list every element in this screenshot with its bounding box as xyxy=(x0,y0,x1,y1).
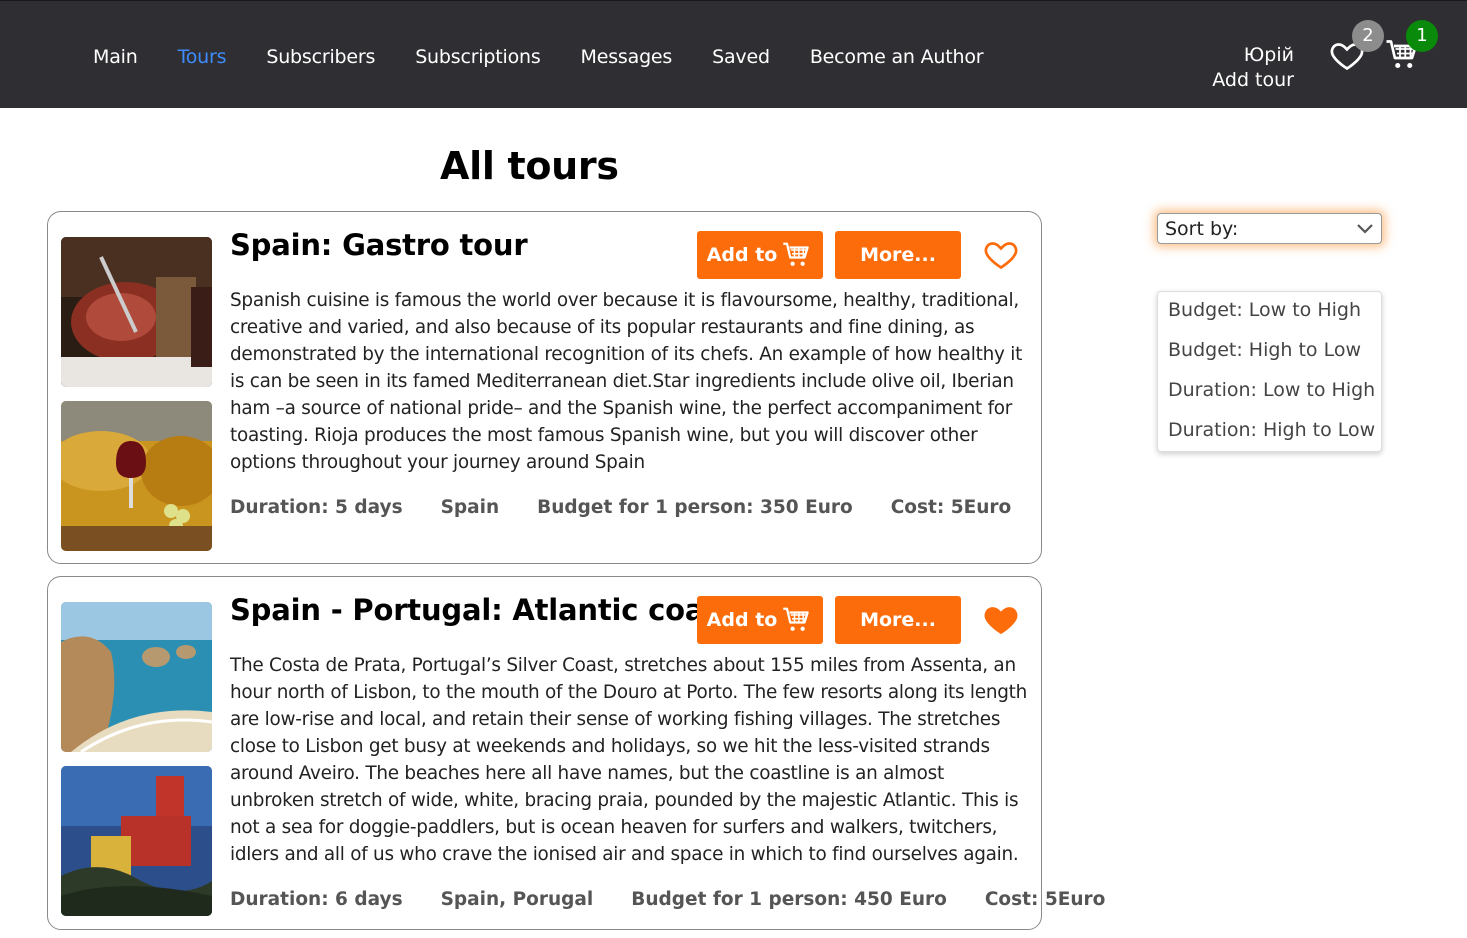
tour-meta: Duration: 5 days Spain Budget for 1 pers… xyxy=(230,497,1049,518)
sort-select[interactable]: Sort by: xyxy=(1157,213,1382,244)
sort-option-budget-asc[interactable]: Budget: Low to High xyxy=(1158,296,1381,336)
tour-duration: Duration: 6 days xyxy=(230,889,403,910)
nav-link-saved[interactable]: Saved xyxy=(712,43,770,71)
tour-country: Spain xyxy=(440,497,500,518)
tour-budget: Budget for 1 person: 450 Euro xyxy=(631,889,947,910)
favorites-count-badge: 2 xyxy=(1352,20,1384,52)
more-button[interactable]: More... xyxy=(835,231,961,279)
favorite-heart-filled-icon[interactable] xyxy=(983,601,1019,637)
top-navbar: Main Tours Subscribers Subscriptions Mes… xyxy=(0,0,1467,108)
add-to-cart-label: Add to xyxy=(706,609,778,631)
tour-title[interactable]: Spain: Gastro tour xyxy=(230,228,528,262)
page-title: All tours xyxy=(440,144,619,188)
tour-duration: Duration: 5 days xyxy=(230,497,403,518)
nav-link-become-author[interactable]: Become an Author xyxy=(810,43,984,71)
cart-icon xyxy=(783,242,810,266)
more-button[interactable]: More... xyxy=(835,596,961,644)
user-name-link[interactable]: Юрій xyxy=(1212,43,1294,68)
tour-cost: Cost: 5Euro xyxy=(984,889,1106,910)
add-tour-link[interactable]: Add tour xyxy=(1212,68,1294,93)
cart-count-badge: 1 xyxy=(1406,20,1438,52)
tour-image-wine[interactable] xyxy=(61,401,212,551)
sort-option-budget-desc[interactable]: Budget: High to Low xyxy=(1158,336,1381,376)
tour-card: Spain: Gastro tour Add to More... Spanis… xyxy=(47,211,1042,564)
add-to-cart-button[interactable]: Add to xyxy=(697,231,823,279)
sort-dropdown-menu: Budget: Low to High Budget: High to Low … xyxy=(1157,291,1382,452)
add-to-cart-button[interactable]: Add to xyxy=(697,596,823,644)
tour-country: Spain, Porugal xyxy=(440,889,594,910)
tour-image-palace[interactable] xyxy=(61,766,212,916)
sort-select-label: Sort by: xyxy=(1165,218,1239,240)
nav-link-main[interactable]: Main xyxy=(93,43,138,71)
sort-option-duration-asc[interactable]: Duration: Low to High xyxy=(1158,376,1381,416)
nav-link-messages[interactable]: Messages xyxy=(581,43,673,71)
nav-link-subscribers[interactable]: Subscribers xyxy=(266,43,375,71)
tour-cost: Cost: 5Euro xyxy=(890,497,1012,518)
nav-link-subscriptions[interactable]: Subscriptions xyxy=(415,43,541,71)
tour-description: The Costa de Prata, Portugal’s Silver Co… xyxy=(230,655,1028,865)
chevron-down-icon xyxy=(1357,224,1373,234)
nav-link-tours[interactable]: Tours xyxy=(178,43,227,71)
tour-meta: Duration: 6 days Spain, Porugal Budget f… xyxy=(230,889,1143,910)
add-to-cart-label: Add to xyxy=(706,244,778,266)
tour-image-beach[interactable] xyxy=(61,602,212,752)
tour-image-jamon[interactable] xyxy=(61,237,212,387)
cart-icon xyxy=(783,607,810,631)
user-block: Юрій Add tour xyxy=(1212,43,1294,93)
tour-budget: Budget for 1 person: 350 Euro xyxy=(537,497,853,518)
tour-card: Spain - Portugal: Atlantic coast Add to … xyxy=(47,576,1105,930)
tour-description: Spanish cuisine is famous the world over… xyxy=(230,290,1023,473)
favorite-heart-outline-icon[interactable] xyxy=(983,236,1019,272)
tour-title[interactable]: Spain - Portugal: Atlantic coast xyxy=(230,593,735,627)
sort-option-duration-desc[interactable]: Duration: High to Low xyxy=(1158,416,1381,456)
nav-links: Main Tours Subscribers Subscriptions Mes… xyxy=(93,43,1023,71)
